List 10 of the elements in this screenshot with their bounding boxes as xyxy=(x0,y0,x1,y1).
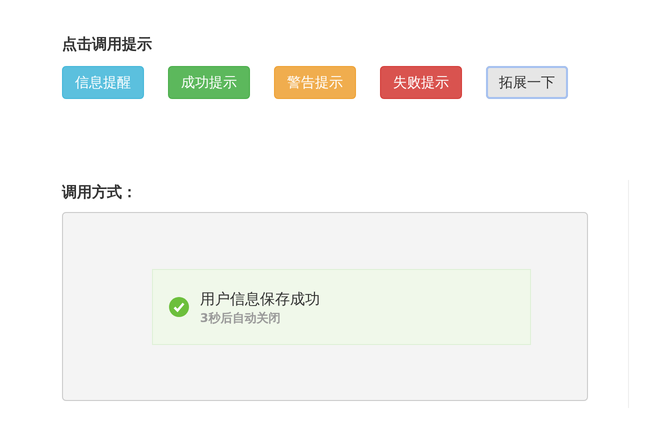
demo-button[interactable]: 失败提示 xyxy=(380,66,462,99)
section-heading: 点击调用提示 xyxy=(62,34,152,55)
toast-subtitle: 3秒后自动关闭 xyxy=(200,310,282,326)
check-circle-icon xyxy=(169,296,189,316)
demo-button[interactable]: 警告提示 xyxy=(274,66,356,99)
demo-button[interactable]: 成功提示 xyxy=(168,66,250,99)
demo-button[interactable]: 拓展一下 xyxy=(486,66,568,99)
section-heading: 调用方式： xyxy=(62,182,137,203)
toast-title: 用户信息保存成功 xyxy=(200,288,320,310)
demo-button[interactable]: 信息提醒 xyxy=(62,66,144,99)
